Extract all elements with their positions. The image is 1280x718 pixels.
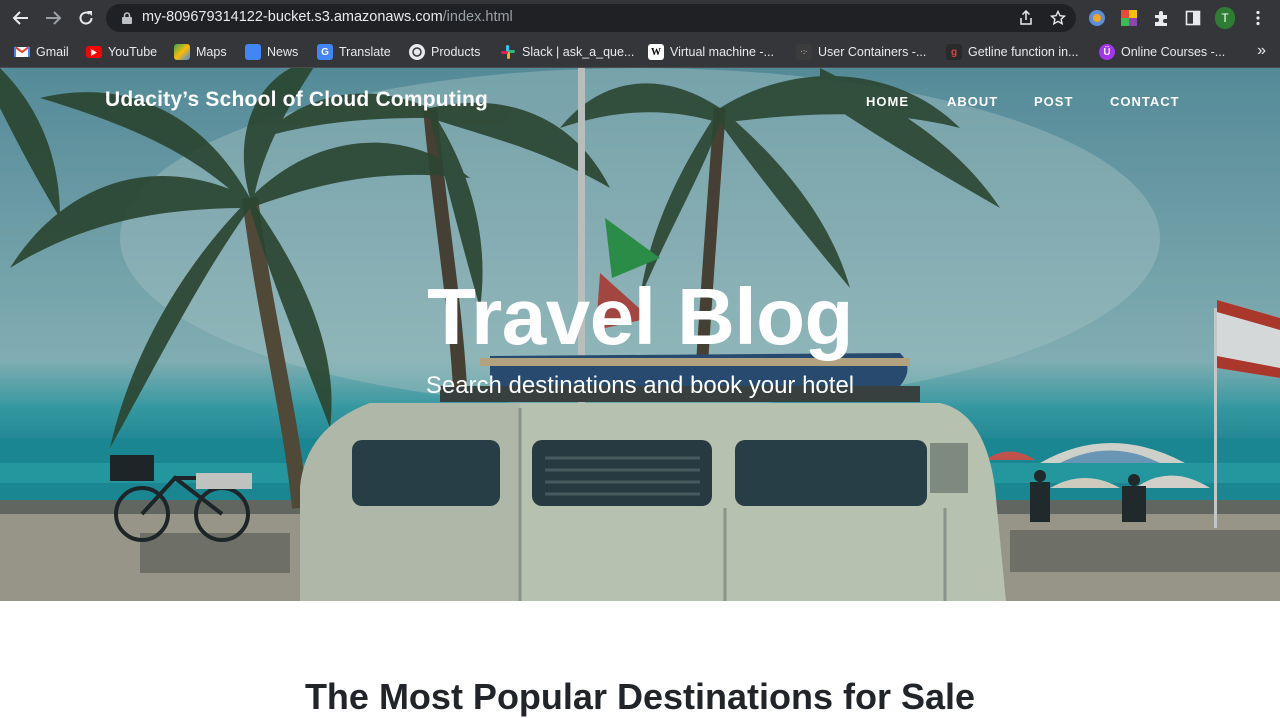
bookmark-gmail[interactable]: Gmail <box>14 43 69 61</box>
forward-button[interactable] <box>42 7 64 29</box>
wikipedia-icon: W <box>648 44 664 60</box>
bookmark-star-icon[interactable] <box>1050 10 1066 26</box>
hero-section: Udacity’s School of Cloud Computing HOME… <box>0 68 1280 601</box>
back-arrow-icon <box>12 11 28 25</box>
bookmark-label: YouTube <box>108 45 158 59</box>
extension-button[interactable] <box>1119 8 1139 28</box>
bookmark-label: News <box>267 45 299 59</box>
nav-home[interactable]: HOME <box>866 94 909 109</box>
bookmark-label: Gmail <box>36 45 69 59</box>
bookmark-label: Products <box>431 45 481 59</box>
extension-button[interactable] <box>1087 8 1107 28</box>
bookmark-label: Translate <box>339 45 391 59</box>
site-brand[interactable]: Udacity’s School of Cloud Computing <box>105 88 488 112</box>
youtube-icon <box>86 46 102 58</box>
bookmark-label: User Containers -... <box>818 45 927 59</box>
bookmark-label: Maps <box>196 45 227 59</box>
bookmarks-overflow-chevron-icon[interactable]: » <box>1257 42 1266 60</box>
bookmark-getline[interactable]: g Getline function in... <box>946 43 1078 61</box>
bookmark-label: Virtual machine -... <box>670 45 774 59</box>
reload-icon <box>79 11 93 25</box>
bookmark-youtube[interactable]: YouTube <box>86 43 157 61</box>
news-icon <box>245 44 261 60</box>
bookmark-slack[interactable]: Slack | ask_a_que... <box>500 43 634 61</box>
browser-toolbar: my-809679314122-bucket.s3.amazonaws.com/… <box>0 0 1280 36</box>
bookmark-maps[interactable]: Maps <box>174 43 227 61</box>
bookmark-label: Getline function in... <box>968 45 1079 59</box>
translate-icon: G <box>317 44 333 60</box>
maps-icon <box>174 44 190 60</box>
bookmark-news[interactable]: News <box>245 43 298 61</box>
containers-icon: ·:· <box>796 44 812 60</box>
puzzle-icon <box>1155 11 1167 26</box>
udemy-icon: Ü <box>1099 44 1115 60</box>
browser-menu-button[interactable] <box>1248 8 1268 28</box>
bookmark-online-courses[interactable]: Ü Online Courses -... <box>1099 43 1225 61</box>
bookmark-user-containers[interactable]: ·:· User Containers -... <box>796 43 926 61</box>
extension-color-icon <box>1121 10 1137 26</box>
slack-icon <box>500 44 516 60</box>
products-icon <box>409 44 425 60</box>
extensions-menu-button[interactable] <box>1151 8 1171 28</box>
bookmarks-bar: Gmail YouTube Maps News G Translate Prod… <box>0 36 1280 68</box>
nav-contact[interactable]: CONTACT <box>1110 94 1180 109</box>
getline-icon: g <box>946 44 962 60</box>
hero-subtitle: Search destinations and book your hotel <box>425 372 855 399</box>
url-host: my-809679314122-bucket.s3.amazonaws.com <box>142 9 443 25</box>
url-path: /index.html <box>442 9 513 25</box>
nav-about[interactable]: ABOUT <box>947 94 998 109</box>
lock-icon <box>122 12 132 24</box>
forward-arrow-icon <box>46 11 62 25</box>
extension-eye-icon <box>1089 10 1105 26</box>
bookmark-label: Online Courses -... <box>1121 45 1226 59</box>
bookmark-label: Slack | ask_a_que... <box>522 45 635 59</box>
side-panel-icon <box>1185 10 1201 26</box>
side-panel-button[interactable] <box>1183 8 1203 28</box>
profile-avatar[interactable]: T <box>1215 7 1235 29</box>
address-bar[interactable]: my-809679314122-bucket.s3.amazonaws.com/… <box>106 4 1076 32</box>
url-text: my-809679314122-bucket.s3.amazonaws.com/… <box>142 9 513 25</box>
kebab-menu-icon <box>1256 10 1260 26</box>
avatar-initial: T <box>1221 11 1229 25</box>
bookmark-products[interactable]: Products <box>409 43 480 61</box>
hero-title: Travel Blog <box>427 272 853 361</box>
back-button[interactable] <box>10 7 32 29</box>
avatar: T <box>1215 7 1235 29</box>
reload-button[interactable] <box>75 7 97 29</box>
bookmark-translate[interactable]: G Translate <box>317 43 391 61</box>
gmail-icon <box>14 44 30 60</box>
section-heading: The Most Popular Destinations for Sale <box>304 676 976 717</box>
nav-post[interactable]: POST <box>1034 94 1073 109</box>
bookmark-virtual-machine[interactable]: W Virtual machine -... <box>648 43 774 61</box>
share-icon[interactable] <box>1018 10 1034 26</box>
